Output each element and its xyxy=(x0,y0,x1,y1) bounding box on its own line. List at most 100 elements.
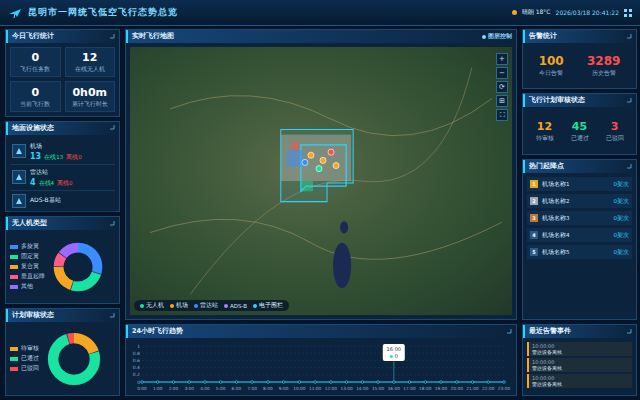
data-point xyxy=(267,381,270,384)
map-overlay xyxy=(130,47,512,315)
event-item[interactable]: 10:00:00雷达设备离线 xyxy=(527,342,632,356)
x-tick: 22:00 xyxy=(482,386,495,391)
data-point xyxy=(235,381,238,384)
corner-icon xyxy=(626,164,632,170)
legend-item: 垂直起降 xyxy=(10,273,45,280)
data-point xyxy=(424,381,427,384)
legend-item: 无人机 xyxy=(140,302,164,309)
data-point xyxy=(141,381,144,384)
weather-icon xyxy=(512,10,517,15)
corner-icon xyxy=(109,125,115,131)
facility-icon xyxy=(12,170,26,184)
facilities-panel: 地面设施状态机场13在线13离线0雷达站4在线4离线0ADS-B基站 xyxy=(5,121,120,213)
x-tick: 5:00 xyxy=(216,386,226,391)
data-point xyxy=(471,381,474,384)
x-tick: 11:00 xyxy=(309,386,322,391)
y-tick: 0.8 xyxy=(133,351,140,356)
stat-card: 0h0m累计飞行时长 xyxy=(65,81,116,111)
grid-icon[interactable] xyxy=(624,9,632,17)
map-pin[interactable] xyxy=(328,149,334,155)
legend-item: 其他 xyxy=(10,283,45,290)
panel-title: 24小时飞行趋势 xyxy=(126,325,516,338)
plan-review-donut xyxy=(45,330,103,388)
legend-item: 固定翼 xyxy=(10,253,45,260)
hot-spot-row[interactable]: 4机场名称40架次 xyxy=(527,228,632,242)
y-tick: 0.2 xyxy=(133,372,140,377)
plan-stat: 12待审核 xyxy=(536,120,554,142)
data-point xyxy=(408,381,411,384)
data-point xyxy=(361,381,364,384)
x-tick: 0:00 xyxy=(137,386,147,391)
donut-segment xyxy=(53,338,95,380)
x-tick: 6:00 xyxy=(232,386,242,391)
hot-spot-row[interactable]: 2机场名称20架次 xyxy=(527,194,632,208)
map[interactable]: +−⟳⊞⛶无人机机场雷达站ADS-B电子围栏 xyxy=(130,47,512,315)
map-pin[interactable] xyxy=(333,162,339,168)
event-item[interactable]: 10:00:00雷达设备离线 xyxy=(527,374,632,388)
legend-item: 多旋翼 xyxy=(10,243,45,250)
panel-title: 飞行计划审核状态 xyxy=(523,94,636,107)
map-tool-button[interactable]: + xyxy=(496,53,508,65)
event-item[interactable]: 10:00:00雷达设备离线 xyxy=(527,358,632,372)
data-point xyxy=(204,381,207,384)
data-point xyxy=(156,381,159,384)
hot-spot-row[interactable]: 1机场名称10架次 xyxy=(527,177,632,191)
flight-stats-panel: 今日飞行统计0飞行任务数12在线无人机0当前飞行数0h0m累计飞行时长 xyxy=(5,29,120,117)
legend-item: 机场 xyxy=(170,302,188,309)
x-tick: 7:00 xyxy=(247,386,257,391)
map-pin[interactable] xyxy=(308,152,314,158)
y-tick: 0 xyxy=(137,380,140,385)
x-tick: 4:00 xyxy=(200,386,210,391)
x-tick: 13:00 xyxy=(340,386,353,391)
donut-segment xyxy=(59,247,98,286)
legend-item: 雷达站 xyxy=(194,302,218,309)
data-point xyxy=(172,381,175,384)
legend-item: 电子围栏 xyxy=(253,302,283,309)
map-pin[interactable] xyxy=(316,166,322,172)
alarm-stat: 3289历史告警 xyxy=(587,54,620,77)
drone-types-panel: 无人机类型多旋翼固定翼复合翼垂直起降其他 xyxy=(5,216,120,304)
alarm-panel: 告警统计 100今日告警 3289历史告警 xyxy=(522,29,637,89)
corner-icon xyxy=(506,329,512,335)
datetime: 2026/03/18 20:41:22 xyxy=(556,9,619,16)
data-point xyxy=(455,381,458,384)
corner-icon xyxy=(109,221,115,227)
trend-chart: 10.80.60.40.200:001:002:003:004:005:006:… xyxy=(130,342,512,392)
panel-title: 热门起降点 xyxy=(523,160,636,173)
donut-segment xyxy=(53,338,95,380)
data-point xyxy=(188,381,191,384)
hot-spot-row[interactable]: 5机场名称50架次 xyxy=(527,245,632,259)
plan-status-panel: 飞行计划审核状态12待审核45已通过3已驳回 xyxy=(522,93,637,155)
plan-stat: 45已通过 xyxy=(571,120,589,142)
map-tool-button[interactable]: ⊞ xyxy=(496,95,508,107)
map-pin[interactable] xyxy=(302,159,308,165)
panel-title: 最近告警事件 xyxy=(523,325,636,338)
layer-button[interactable]: 图层控制 xyxy=(482,33,512,40)
x-tick: 17:00 xyxy=(403,386,416,391)
data-point xyxy=(393,381,396,384)
hot-spot-row[interactable]: 3机场名称30架次 xyxy=(527,211,632,225)
chart-tooltip: 16:000 xyxy=(383,344,405,361)
panel-title: 地面设施状态 xyxy=(6,122,119,135)
left-column: 今日飞行统计0飞行任务数12在线无人机0当前飞行数0h0m累计飞行时长地面设施状… xyxy=(5,29,120,396)
stat-card: 0当前飞行数 xyxy=(10,81,61,111)
corner-icon xyxy=(626,98,632,104)
data-point xyxy=(251,381,254,384)
x-tick: 15:00 xyxy=(372,386,385,391)
panel-title: 告警统计 xyxy=(523,30,636,43)
x-tick: 16:00 xyxy=(388,386,401,391)
data-point xyxy=(219,381,222,384)
map-tool-button[interactable]: ⛶ xyxy=(496,109,508,121)
panel-title: 无人机类型 xyxy=(6,217,119,230)
right-column: 告警统计100今日告警3289历史告警飞行计划审核状态12待审核45已通过3已驳… xyxy=(522,29,637,396)
map-tool-button[interactable]: ⟳ xyxy=(496,81,508,93)
data-point xyxy=(345,381,348,384)
alarm-stat: 100今日告警 xyxy=(539,54,564,77)
map-tool-button[interactable]: − xyxy=(496,67,508,79)
map-panel: 实时飞行地图图层控制+−⟳⊞⛶无人机机场雷达站ADS-B电子围栏 xyxy=(125,29,517,320)
map-pin[interactable] xyxy=(320,157,326,163)
x-tick: 20:00 xyxy=(451,386,464,391)
panel-title: 计划审核状态 xyxy=(6,309,119,322)
facility-row: ADS-B基站 xyxy=(10,191,115,212)
x-tick: 12:00 xyxy=(325,386,338,391)
